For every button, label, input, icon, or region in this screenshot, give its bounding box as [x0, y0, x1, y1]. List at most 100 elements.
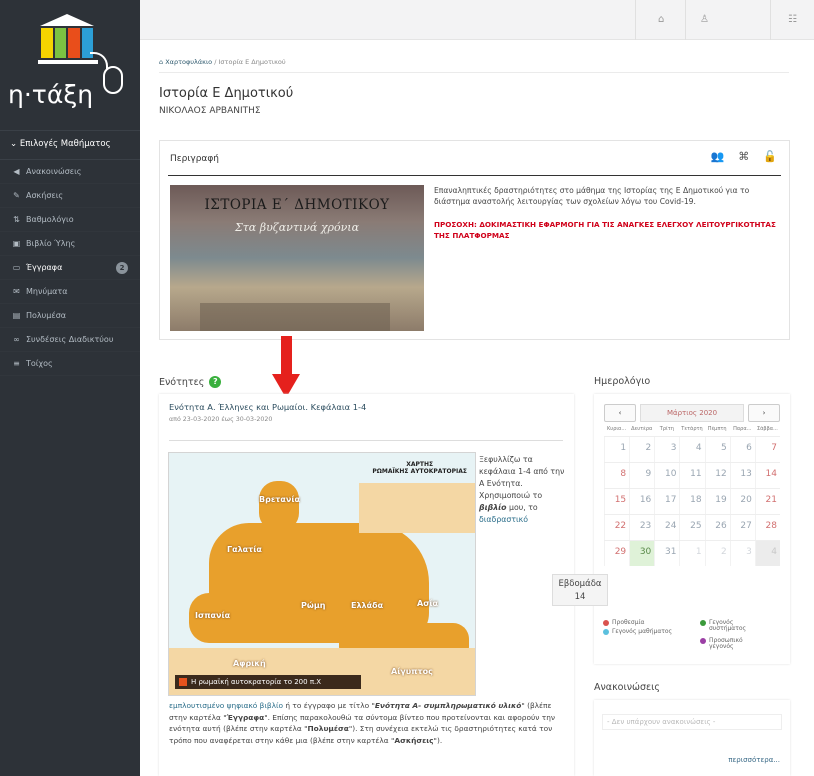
unit-title-link[interactable]: Ενότητα Α. Έλληνες και Ρωμαίοι. Κεφάλαια… — [169, 402, 366, 412]
calendar-day[interactable]: 29 — [604, 541, 629, 566]
calendar-day[interactable]: 2 — [704, 541, 730, 566]
interactive-book-link[interactable]: διαδραστικό — [479, 515, 528, 524]
legend-item: Γεγονός μαθήματος — [603, 629, 672, 635]
legend-label: Προσωπικό γεγονός — [709, 637, 743, 650]
units-panel: Ενότητα Α. Έλληνες και Ρωμαίοι. Κεφάλαια… — [159, 394, 574, 776]
calendar-day[interactable]: 5 — [704, 437, 730, 462]
calendar-day[interactable]: 12 — [704, 463, 730, 488]
course-options-header[interactable]: ⌄ Επιλογές Μαθήματος — [0, 130, 140, 160]
body-text-bold: Έγγραφα — [226, 712, 265, 722]
calendar-day[interactable]: 26 — [704, 515, 730, 540]
calendar-day[interactable]: 13 — [729, 463, 755, 488]
calendar-day[interactable]: 8 — [604, 463, 629, 488]
calendar-day[interactable]: 22 — [604, 515, 629, 540]
user-icon[interactable]: ♙ — [700, 14, 709, 25]
sidebar-item-label: Βαθμολόγιο — [26, 215, 74, 224]
legend-item: Προθεσμία — [603, 620, 645, 626]
calendar-day[interactable]: 3 — [654, 437, 679, 462]
map-label: Αφρική — [233, 659, 266, 668]
calendar-day[interactable]: 15 — [604, 489, 629, 514]
book-cover-title: ΙΣΤΟΡΙΑ Ε΄ ΔΗΜΟΤΙΚΟΥ — [204, 197, 390, 213]
calendar-day[interactable]: 7 — [754, 437, 780, 462]
sidebar-item-links[interactable]: ∞ Συνδέσεις Διαδικτύου — [0, 328, 140, 352]
help-icon[interactable]: ? — [209, 376, 222, 388]
calendar-day[interactable]: 6 — [729, 437, 755, 462]
week-tooltip-label: Εβδομάδα — [558, 579, 602, 589]
calendar-day[interactable]: 23 — [629, 515, 654, 540]
sidebar-item-documents[interactable]: ▭ Έγγραφα 2 — [0, 256, 140, 280]
calendar-day[interactable]: 25 — [679, 515, 704, 540]
legend-item: Προσωπικό γεγονός — [700, 637, 743, 650]
lock-icon[interactable]: 🔓 — [763, 150, 777, 163]
calendar-day[interactable]: 24 — [654, 515, 679, 540]
calendar-day[interactable]: 14 — [754, 463, 780, 488]
calendar-day[interactable]: 31 — [654, 541, 679, 566]
week-number-tooltip: Εβδομάδα 14 — [552, 574, 608, 606]
paperclip-icon[interactable]: ⌘ — [738, 150, 749, 163]
home-icon[interactable]: ⌂ — [658, 14, 664, 25]
calendar-day[interactable]: 4 — [679, 437, 704, 462]
book-cover-subtitle: Στα βυζαντινά χρόνια — [234, 221, 360, 234]
legend-label: Γεγονός συστήματος — [709, 619, 747, 632]
calendar-week-row: 29 30 31 1 2 3 4 — [604, 540, 780, 566]
calendar-day[interactable]: 9 — [629, 463, 654, 488]
sidebar-item-label: Ανακοινώσεις — [26, 167, 82, 176]
calendar-day[interactable]: 30 — [629, 541, 655, 566]
calendar-day[interactable]: 20 — [729, 489, 755, 514]
announcements-title: Ανακοινώσεις — [594, 682, 660, 693]
legend-dot — [603, 620, 609, 626]
calendar-next-button[interactable]: › — [748, 404, 780, 422]
calendar-day[interactable]: 16 — [629, 489, 654, 514]
calendar-prev-button[interactable]: ‹ — [604, 404, 636, 422]
calendar-day[interactable]: 19 — [704, 489, 730, 514]
calendar-grid: 1 2 3 4 5 6 7 8 9 10 11 12 13 14 15 16 17 18 19 20 21 22 23 24 2… — [604, 436, 780, 566]
calendar-day[interactable]: 18 — [679, 489, 704, 514]
description-panel: Περιγραφή 👥 ⌘ 🔓 ΙΣΤΟΡΙΑ Ε΄ ΔΗΜΟΤΙΚΟΥ Στα… — [159, 140, 790, 340]
units-title: Ενότητες — [159, 376, 205, 388]
link-icon: ∞ — [13, 335, 20, 344]
users-icon[interactable]: 👥 — [711, 150, 725, 163]
map-title-line-2: ΡΩΜΑΪΚΗΣ ΑΥΤΟΚΡΑΤΟΡΙΑΣ — [372, 468, 467, 475]
sidebar-item-exercises[interactable]: ✎ Ασκήσεις — [0, 184, 140, 208]
calendar-day[interactable]: 27 — [729, 515, 755, 540]
calendar-day[interactable]: 11 — [679, 463, 704, 488]
calendar-day[interactable]: 28 — [754, 515, 780, 540]
sidebar-item-wall[interactable]: ≡ Τοίχος — [0, 352, 140, 376]
unit-dates: από 23-03-2020 έως 30-03-2020 — [169, 416, 273, 423]
calendar-day[interactable]: 21 — [754, 489, 780, 514]
red-arrow-icon — [281, 336, 292, 378]
course-options-label: Επιλογές Μαθήματος — [19, 139, 111, 149]
logo-mouse-cord — [90, 52, 108, 70]
list-icon: ≡ — [13, 359, 20, 368]
logo-mouse-icon — [103, 66, 123, 94]
calendar-month[interactable]: Μάρτιος 2020 — [640, 404, 744, 422]
sidebar-item-announcements[interactable]: ◀ Ανακοινώσεις — [0, 160, 140, 184]
sidebar-item-multimedia[interactable]: ▤ Πολυμέσα — [0, 304, 140, 328]
description-warning: ΠΡΟΣΟΧΗ: ΔΟΚΙΜΑΣΤΙΚΗ ΕΦΑΡΜΟΓΗ ΓΙΑ ΤΙΣ ΑΝ… — [434, 220, 776, 240]
side-text-part: μου, το — [509, 503, 538, 512]
calendar-day[interactable]: 17 — [654, 489, 679, 514]
folder-icon: ▭ — [12, 263, 21, 272]
sidebar-item-gradebook[interactable]: ⇅ Βαθμολόγιο — [0, 208, 140, 232]
calendar-day[interactable]: 2 — [629, 437, 654, 462]
breadcrumb-home-link[interactable]: ⌂ Χαρτοφυλάκιο — [159, 58, 212, 66]
calendar-day[interactable]: 10 — [654, 463, 679, 488]
settings-icon[interactable]: ☷ — [788, 14, 797, 25]
megaphone-icon: ◀ — [13, 167, 20, 176]
enriched-book-link[interactable]: εμπλουτισμένο ψηφιακό βιβλίο — [169, 701, 283, 710]
envelope-icon: ✉ — [13, 287, 20, 296]
sidebar-item-messages[interactable]: ✉ Μηνύματα — [0, 280, 140, 304]
app-logo[interactable]: η·τάξη — [0, 0, 140, 118]
logo-roof — [40, 14, 94, 26]
map-label: Ισπανία — [195, 611, 231, 620]
side-text-book: βιβλίο — [479, 503, 507, 512]
calendar-day[interactable]: 3 — [729, 541, 755, 566]
announcements-more-link[interactable]: περισσότερα... — [728, 756, 780, 764]
body-text-bold: Ενότητα Α- συμπληρωματικό υλικό — [374, 701, 522, 710]
calendar-day[interactable]: 4 — [754, 541, 780, 566]
unit-body-text: εμπλουτισμένο ψηφιακό βιβλίο ή το έγγραφ… — [169, 700, 569, 746]
calendar-day[interactable]: 1 — [679, 541, 704, 566]
calendar-day[interactable]: 1 — [604, 437, 629, 462]
breadcrumb-current: Ιστορία Ε Δημοτικού — [218, 58, 286, 66]
sidebar-item-syllabus[interactable]: ▣ Βιβλίο Ύλης — [0, 232, 140, 256]
